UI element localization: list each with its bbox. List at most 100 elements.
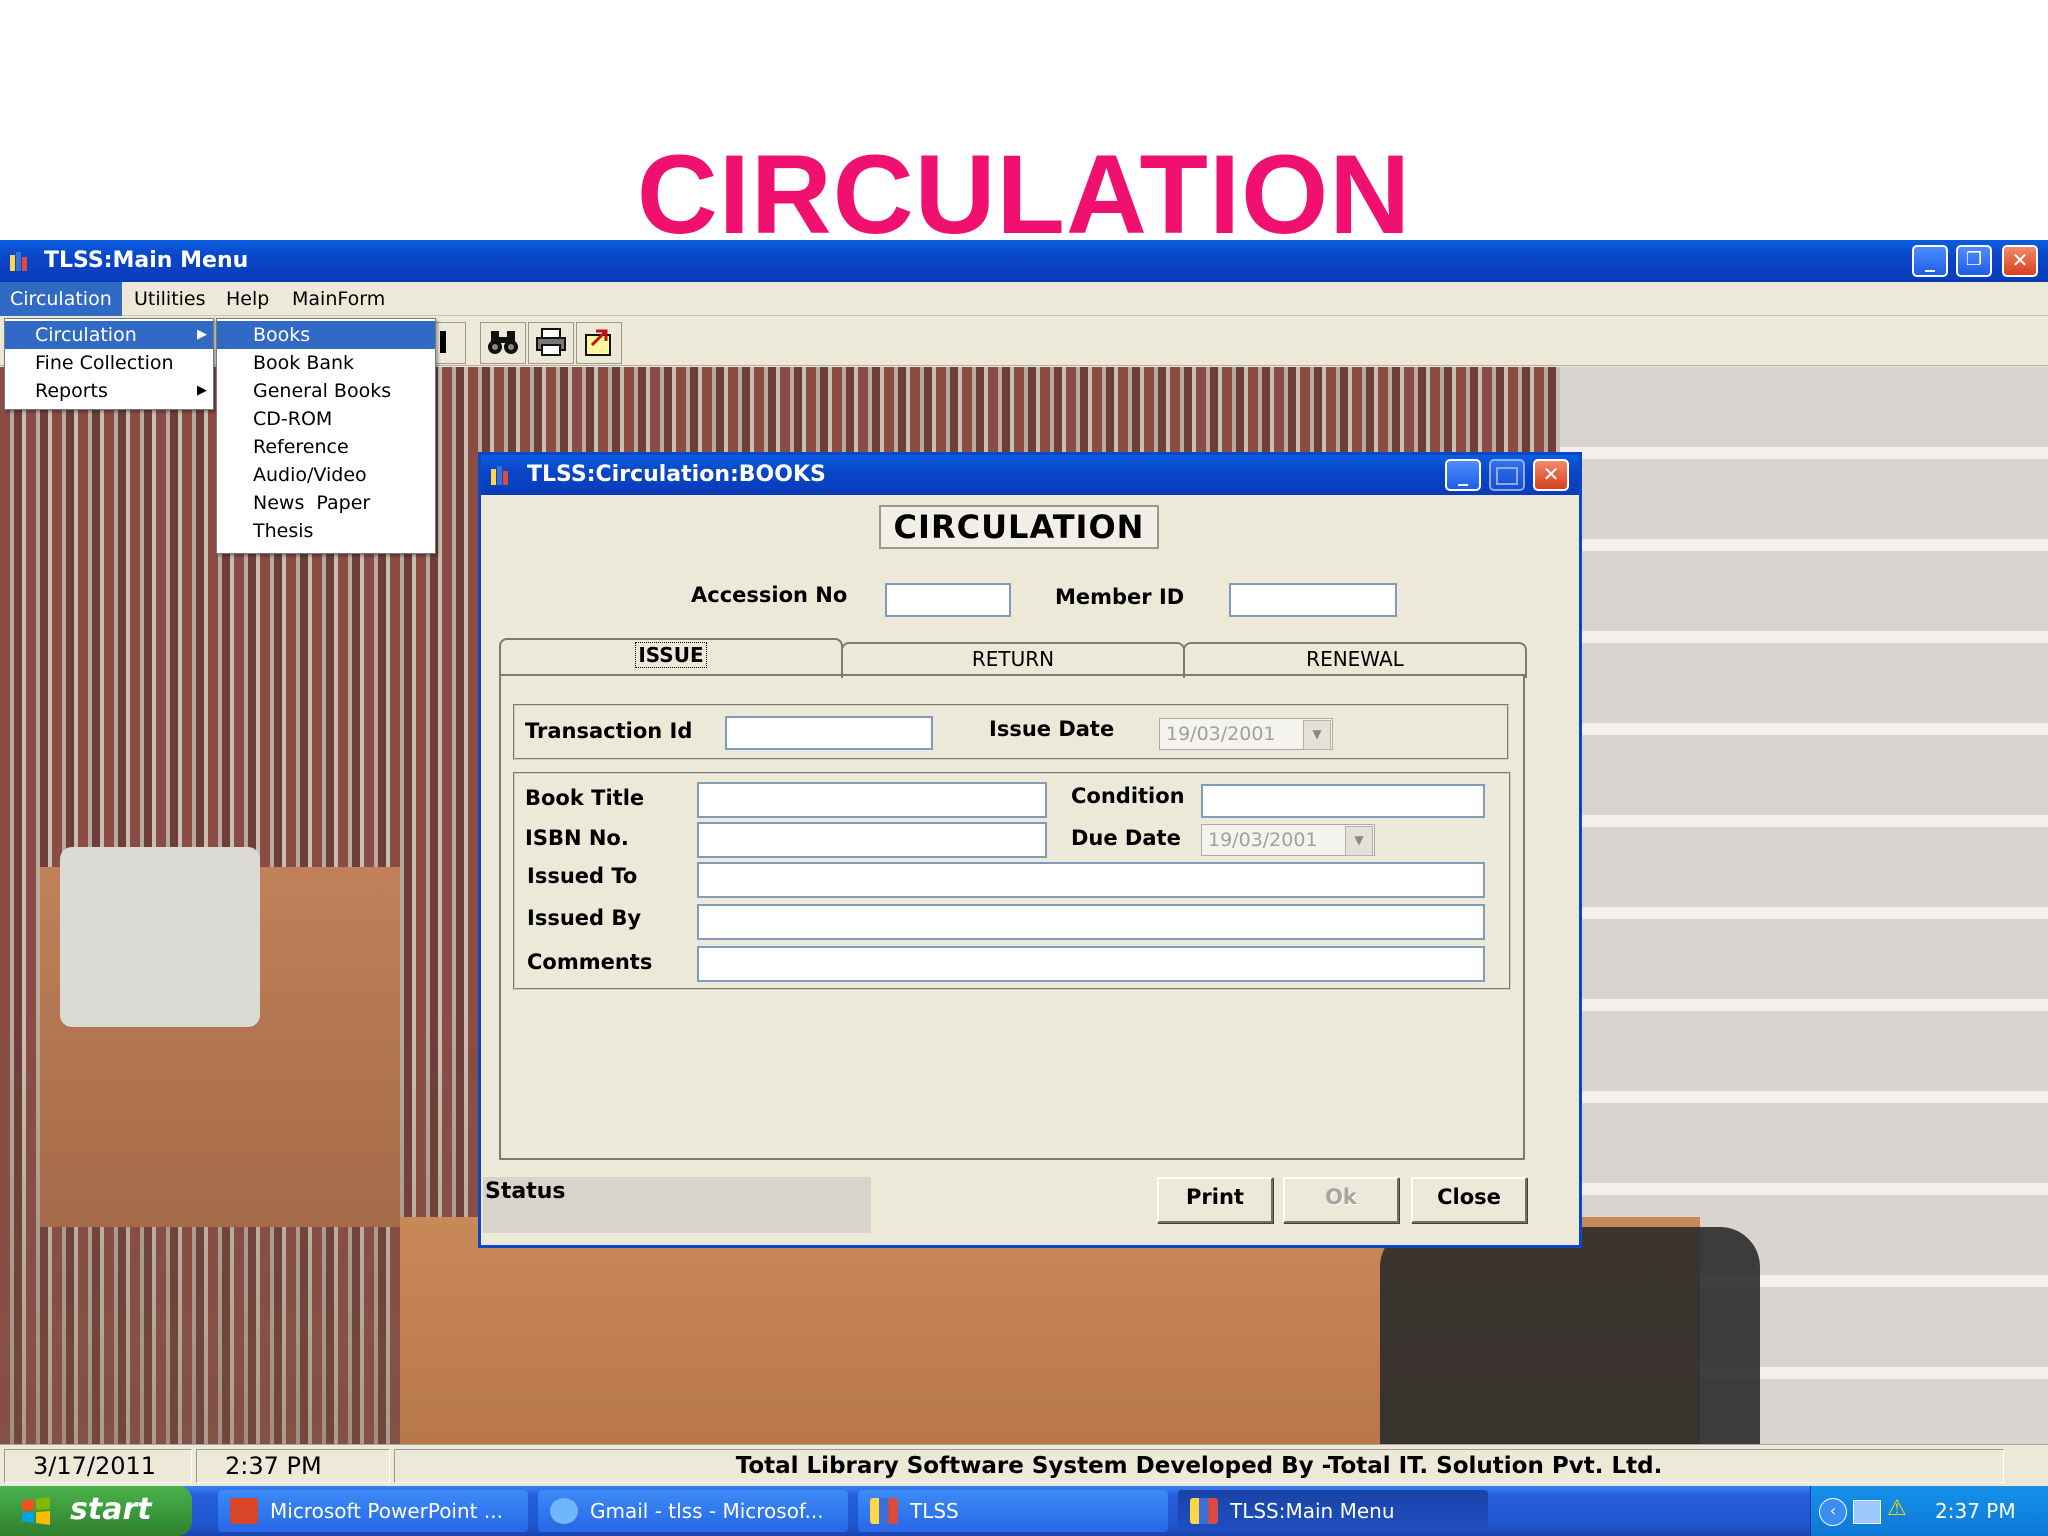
internet-explorer-icon — [550, 1498, 578, 1524]
chevron-down-icon[interactable]: ▼ — [1303, 720, 1331, 750]
find-button[interactable] — [480, 322, 526, 364]
tray-expand-icon[interactable]: ‹ — [1819, 1498, 1847, 1526]
member-id-label: Member ID — [1055, 585, 1185, 609]
restore-button[interactable]: ❐ — [1956, 245, 1992, 277]
submenu-item-book-bank[interactable]: Book Bank — [217, 349, 435, 377]
tlss-app-icon — [1190, 1498, 1218, 1524]
maximize-icon — [1496, 467, 1518, 485]
printer-icon — [536, 328, 566, 356]
task-gmail-browser[interactable]: Gmail - tlss - Microsof... — [538, 1490, 848, 1532]
issue-date-value: 19/03/2001 — [1166, 723, 1276, 745]
submenu-item-general-books[interactable]: General Books — [217, 377, 435, 405]
app-icon — [491, 466, 508, 485]
minimize-button[interactable]: _ — [1912, 245, 1948, 277]
network-icon[interactable] — [1853, 1500, 1881, 1524]
menu-circulation[interactable]: Circulation — [0, 282, 122, 316]
isbn-label: ISBN No. — [525, 826, 629, 850]
status-panel: Status — [483, 1177, 871, 1233]
tab-strip: ISSUE RETURN RENEWAL — [499, 638, 1527, 678]
child-maximize-button — [1489, 459, 1525, 491]
warning-icon[interactable]: ⚠ — [1887, 1496, 1907, 1522]
task-label: TLSS:Main Menu — [1230, 1499, 1395, 1523]
task-label: Microsoft PowerPoint ... — [270, 1499, 503, 1523]
circulation-books-window: TLSS:Circulation:BOOKS _ ✕ CIRCULATION A… — [478, 452, 1582, 1248]
transaction-id-label: Transaction Id — [525, 719, 693, 743]
transaction-id-input[interactable] — [725, 716, 933, 750]
condition-label: Condition — [1071, 784, 1185, 808]
tab-issue-label: ISSUE — [635, 642, 707, 668]
issued-by-input[interactable] — [697, 904, 1485, 940]
child-close-button[interactable]: ✕ — [1533, 459, 1569, 491]
menu-mainform[interactable]: MainForm — [282, 282, 395, 316]
status-time: 2:37 PM — [196, 1449, 390, 1483]
circulation-dropdown: Circulation ▶ Fine Collection Reports ▶ — [4, 318, 214, 410]
task-label: TLSS — [910, 1499, 959, 1523]
issue-date-label: Issue Date — [989, 717, 1115, 741]
tlss-app-icon — [870, 1498, 898, 1524]
menu-item-reports[interactable]: Reports ▶ — [5, 377, 213, 405]
condition-input[interactable] — [1201, 784, 1485, 818]
accession-label: Accession No — [691, 583, 848, 607]
main-window-title: TLSS:Main Menu — [44, 248, 249, 273]
child-window-title: TLSS:Circulation:BOOKS — [527, 462, 826, 487]
issued-by-label: Issued By — [527, 906, 642, 930]
export-icon — [585, 329, 611, 356]
start-button[interactable]: start — [0, 1486, 192, 1536]
book-details-group: Book Title Condition ISBN No. Due Date 1… — [513, 772, 1511, 990]
task-powerpoint[interactable]: Microsoft PowerPoint ... — [218, 1490, 528, 1532]
tab-issue[interactable]: ISSUE — [499, 638, 843, 678]
tab-renewal[interactable]: RENEWAL — [1183, 642, 1527, 678]
child-titlebar[interactable]: TLSS:Circulation:BOOKS _ ✕ — [481, 455, 1579, 495]
menu-help[interactable]: Help — [216, 282, 279, 316]
book-title-label: Book Title — [525, 786, 645, 810]
isbn-input[interactable] — [697, 822, 1047, 858]
submenu-item-news-paper[interactable]: News Paper — [217, 489, 435, 517]
member-id-input[interactable] — [1229, 583, 1397, 617]
accession-input[interactable] — [885, 583, 1011, 617]
due-date-label: Due Date — [1071, 826, 1181, 850]
menu-utilities[interactable]: Utilities — [124, 282, 216, 316]
bar-icon — [440, 331, 446, 353]
comments-label: Comments — [527, 950, 653, 974]
menu-item-circulation[interactable]: Circulation ▶ — [5, 321, 213, 349]
powerpoint-icon — [230, 1498, 258, 1524]
task-tlss-main-menu[interactable]: TLSS:Main Menu — [1178, 1490, 1488, 1532]
submenu-arrow-icon: ▶ — [197, 327, 207, 342]
due-date-picker[interactable]: 19/03/2001 ▼ — [1201, 824, 1375, 856]
transaction-group: Transaction Id Issue Date 19/03/2001 ▼ — [513, 704, 1509, 760]
binoculars-icon — [488, 331, 518, 354]
main-titlebar[interactable]: TLSS:Main Menu _ ❐ ✕ — [0, 240, 2048, 282]
issued-to-label: Issued To — [527, 864, 638, 888]
menu-item-fine-collection[interactable]: Fine Collection — [5, 349, 213, 377]
menu-item-label: Circulation — [35, 324, 137, 346]
start-label: start — [70, 1492, 152, 1527]
form-heading: CIRCULATION — [879, 505, 1159, 549]
comments-input[interactable] — [697, 946, 1485, 982]
submenu-item-cd-rom[interactable]: CD-ROM — [217, 405, 435, 433]
submenu-item-thesis[interactable]: Thesis — [217, 517, 435, 545]
book-title-input[interactable] — [697, 782, 1047, 818]
windows-logo-icon — [22, 1497, 50, 1525]
close-button[interactable]: ✕ — [2002, 245, 2038, 277]
status-label: Status — [485, 1179, 566, 1204]
submenu-item-reference[interactable]: Reference — [217, 433, 435, 461]
submenu-item-books[interactable]: Books — [217, 321, 435, 349]
app-icon — [10, 252, 27, 271]
submenu-item-audio-video[interactable]: Audio/Video — [217, 461, 435, 489]
export-toolbar-button[interactable] — [576, 322, 622, 364]
issued-to-input[interactable] — [697, 862, 1485, 898]
print-button[interactable]: Print — [1157, 1177, 1273, 1223]
tab-return[interactable]: RETURN — [841, 642, 1185, 678]
close-form-button[interactable]: Close — [1411, 1177, 1527, 1223]
menubar: Circulation Utilities Help MainForm — [0, 282, 2048, 316]
task-tlss[interactable]: TLSS — [858, 1490, 1168, 1532]
chevron-down-icon[interactable]: ▼ — [1345, 826, 1373, 856]
print-toolbar-button[interactable] — [528, 322, 574, 364]
issue-date-picker[interactable]: 19/03/2001 ▼ — [1159, 718, 1333, 750]
ok-button[interactable]: Ok — [1283, 1177, 1399, 1223]
books-submenu: Books Book Bank General Books CD-ROM Ref… — [216, 318, 436, 554]
issue-tab-panel: Transaction Id Issue Date 19/03/2001 ▼ B… — [499, 674, 1525, 1160]
due-date-value: 19/03/2001 — [1208, 829, 1318, 851]
child-minimize-button[interactable]: _ — [1445, 459, 1481, 491]
system-tray: ‹ ⚠ 2:37 PM — [1810, 1486, 2048, 1536]
